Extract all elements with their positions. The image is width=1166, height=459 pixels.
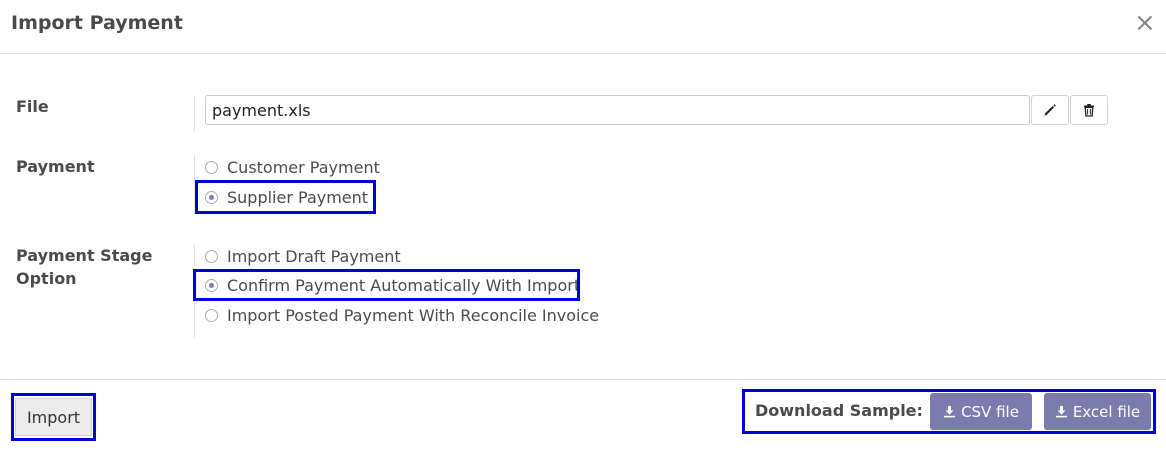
delete-file-button[interactable]: [1070, 95, 1108, 125]
trash-icon: [1084, 104, 1094, 117]
radio-import-draft[interactable]: Import Draft Payment: [205, 244, 401, 268]
highlight-box: [195, 180, 376, 214]
file-name-field[interactable]: payment.xls: [205, 95, 1030, 125]
dialog-title: Import Payment: [11, 12, 183, 34]
radio-import-posted[interactable]: Import Posted Payment With Reconcile Inv…: [205, 303, 599, 327]
edit-file-button[interactable]: [1031, 95, 1069, 125]
stage-label-line-1: Payment Stage: [16, 246, 153, 265]
pencil-icon: [1044, 104, 1056, 116]
radio-button[interactable]: [205, 160, 218, 174]
radio-label: Import Posted Payment With Reconcile Inv…: [227, 305, 600, 325]
radio-button[interactable]: [205, 308, 218, 322]
radio-label: Customer Payment: [227, 157, 380, 177]
highlight-box: [193, 269, 580, 301]
radio-label: Import Draft Payment: [227, 246, 401, 266]
divider: [194, 95, 195, 131]
stage-label-line-2: Option: [16, 269, 77, 288]
radio-customer-payment[interactable]: Customer Payment: [205, 155, 380, 179]
radio-button[interactable]: [205, 249, 218, 263]
dialog-header: Import Payment ×: [0, 0, 1166, 54]
file-label: File: [16, 97, 49, 116]
close-icon[interactable]: ×: [1134, 8, 1156, 38]
payment-label: Payment: [16, 157, 95, 176]
highlight-box: [742, 389, 1156, 434]
footer-divider: [0, 379, 1166, 380]
highlight-box: [11, 393, 96, 441]
